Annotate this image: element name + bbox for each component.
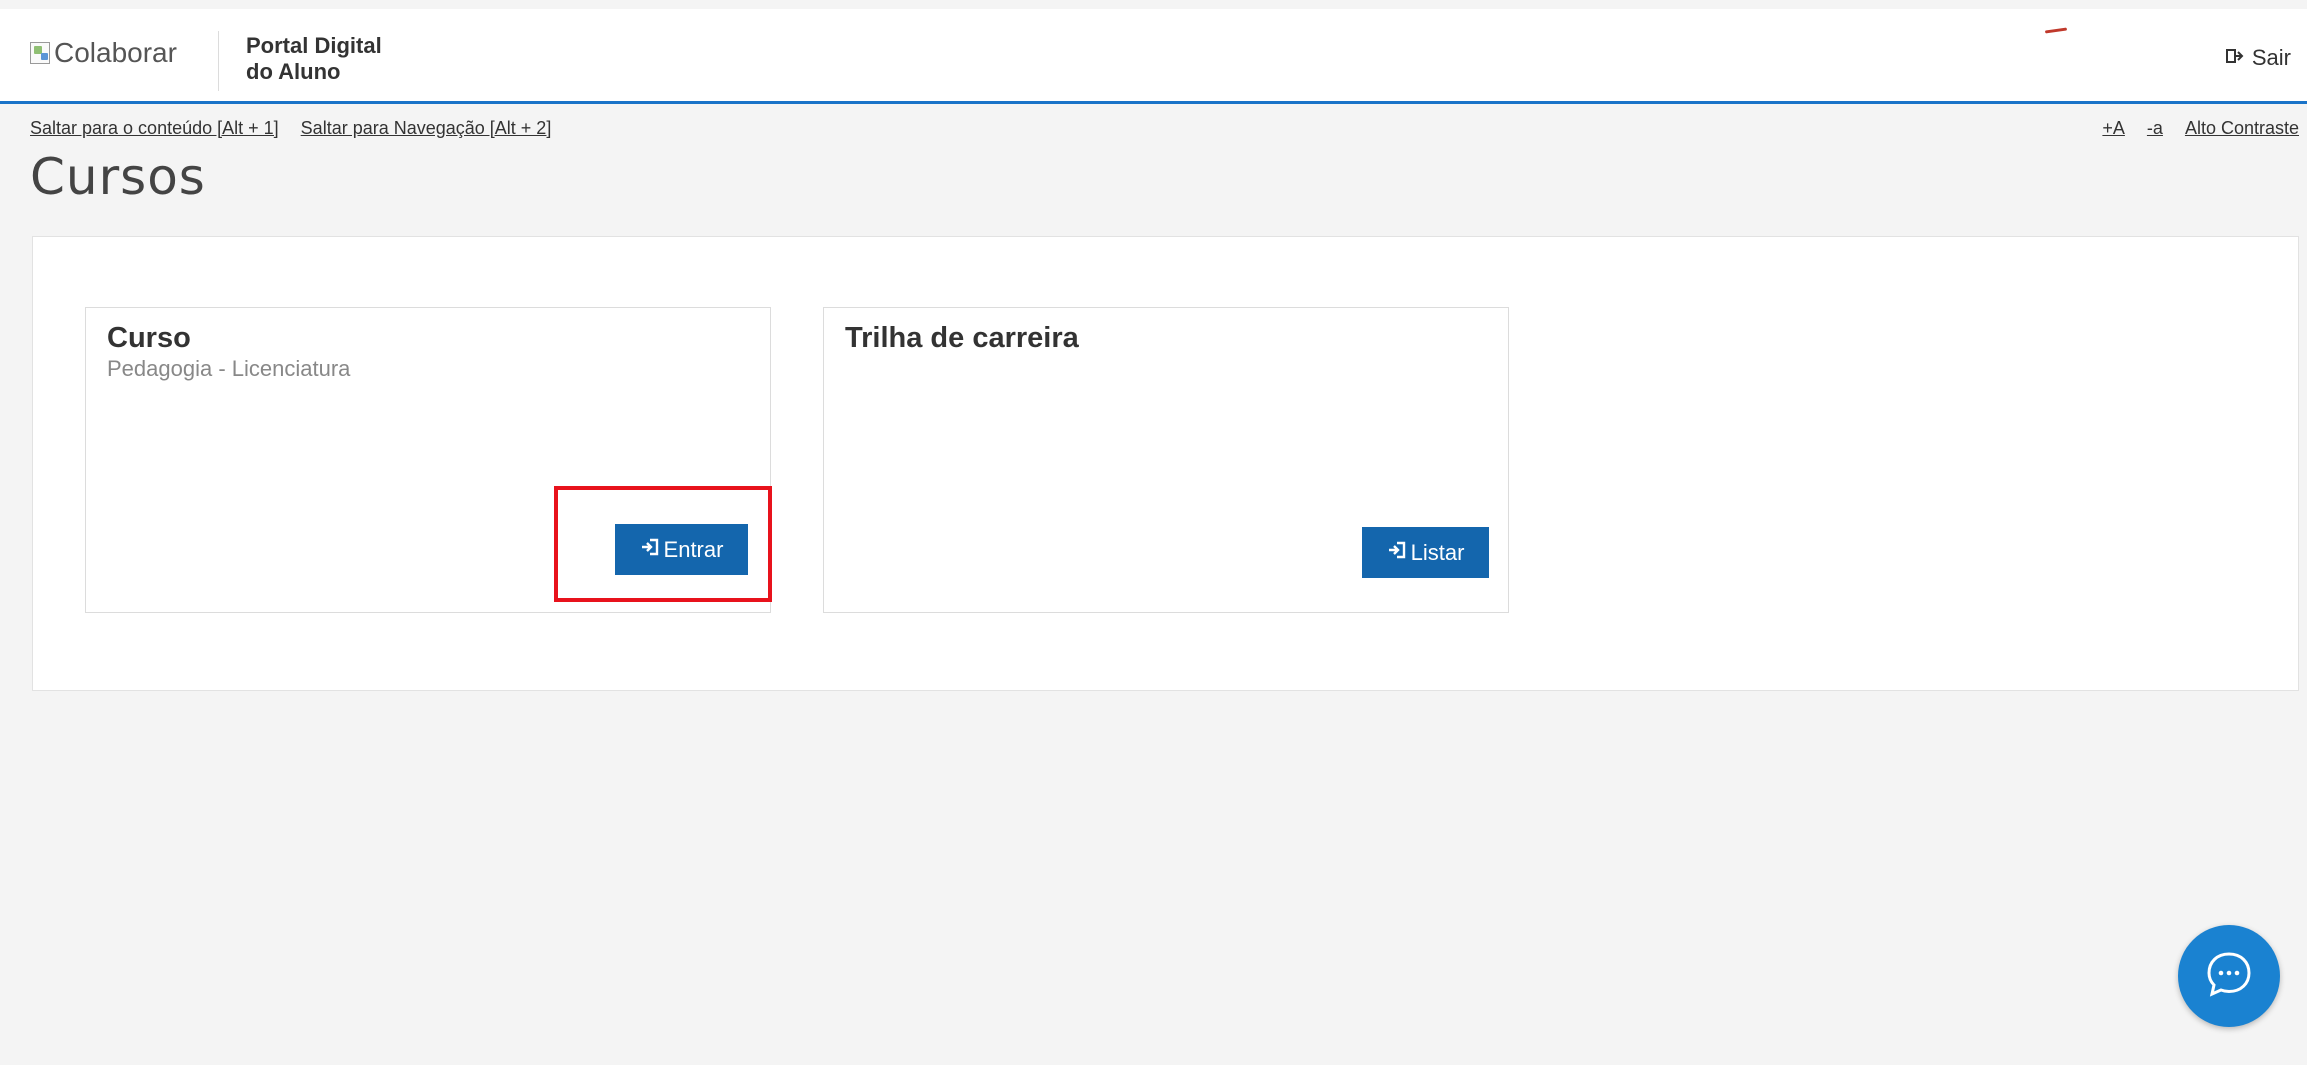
career-track-card: Trilha de carreira Listar <box>823 307 1509 613</box>
increase-font-link[interactable]: +A <box>2102 118 2125 139</box>
accessibility-controls: +A -a Alto Contraste <box>2102 118 2299 139</box>
course-card: Curso Pedagogia - Licenciatura Entrar <box>85 307 771 613</box>
chat-button[interactable] <box>2178 925 2280 1027</box>
portal-title-line1: Portal Digital <box>246 33 382 58</box>
decorative-mark <box>2044 27 2068 34</box>
chat-bubble-icon <box>2201 946 2257 1007</box>
card-subtitle: Pedagogia - Licenciatura <box>107 356 351 381</box>
logo-alt-text: Colaborar <box>54 37 177 68</box>
decrease-font-link[interactable]: -a <box>2147 118 2163 139</box>
broken-image-icon <box>30 42 50 64</box>
high-contrast-link[interactable]: Alto Contraste <box>2185 118 2299 139</box>
portal-title-line2: do Aluno <box>246 59 341 84</box>
card-title: Trilha de carreira <box>845 322 1079 354</box>
card-title: Curso <box>107 322 191 354</box>
enter-button[interactable]: Entrar <box>615 524 748 575</box>
courses-panel: Curso Pedagogia - Licenciatura Entrar Tr… <box>32 236 2299 691</box>
skip-to-nav-link[interactable]: Saltar para Navegação [Alt + 2] <box>301 118 552 139</box>
list-button-label: Listar <box>1410 539 1465 565</box>
skip-to-content-link[interactable]: Saltar para o conteúdo [Alt + 1] <box>30 118 279 139</box>
page-title: Cursos <box>30 148 206 206</box>
logout-button[interactable]: Sair <box>2225 45 2291 71</box>
portal-title: Portal Digital do Aluno <box>246 33 382 85</box>
sign-out-icon <box>2225 47 2244 70</box>
logout-label: Sair <box>2251 45 2291 70</box>
colaborar-logo[interactable]: Colaborar <box>30 37 177 69</box>
top-header: Colaborar Portal Digital do Aluno Sair <box>0 9 2307 104</box>
skip-links: Saltar para o conteúdo [Alt + 1] Saltar … <box>30 118 551 139</box>
sign-in-icon <box>1387 540 1407 566</box>
enter-button-label: Entrar <box>663 536 724 562</box>
logo-divider <box>218 31 219 91</box>
list-button[interactable]: Listar <box>1362 527 1489 578</box>
sign-in-icon <box>640 537 660 563</box>
